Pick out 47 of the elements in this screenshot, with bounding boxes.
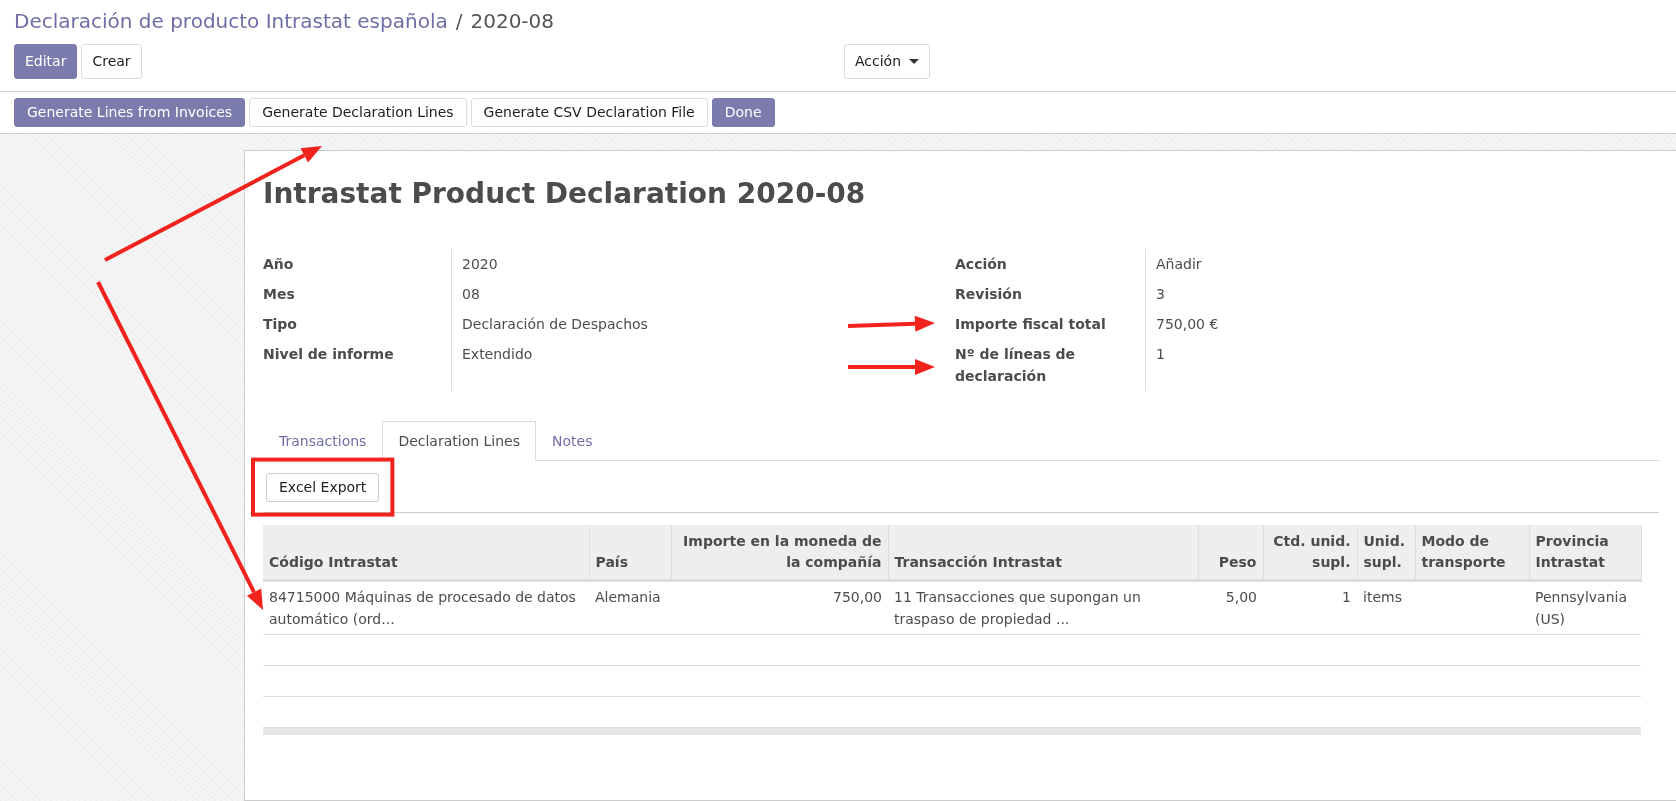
field-label: Mes <box>263 284 296 304</box>
table-cell: 5,00 <box>1198 580 1263 635</box>
breadcrumb-link[interactable]: Declaración de producto Intrastat española <box>14 6 448 36</box>
field-label: Revisión <box>955 284 1023 304</box>
column-header[interactable]: Ctd. unid. supl. <box>1263 524 1357 581</box>
field-label: Nº de líneas de declaración <box>955 344 1077 386</box>
column-header[interactable]: Transacción Intrastat <box>888 524 1198 581</box>
header-button[interactable]: Generate Declaration Lines <box>249 98 467 127</box>
table-cell: Alemania <box>589 580 671 635</box>
tab[interactable]: Notes <box>536 420 609 461</box>
column-header[interactable]: Unid. supl. <box>1357 524 1415 581</box>
column-header[interactable]: País <box>589 524 671 581</box>
field-value: 3 <box>1145 278 1345 309</box>
breadcrumb-current: 2020-08 <box>470 8 555 35</box>
tab[interactable]: Transactions <box>263 420 383 461</box>
header-button[interactable]: Generate Lines from Invoices <box>14 98 246 127</box>
column-header[interactable]: Provincia Intrastat <box>1529 524 1641 581</box>
table-cell: 11 Transacciones que supongan un traspaso de propiedad ... <box>888 580 1198 635</box>
column-header[interactable]: Modo de transporte <box>1415 524 1529 581</box>
column-header[interactable]: Código Intrastat <box>263 524 589 581</box>
toolbar-button[interactable]: Editar <box>14 44 78 79</box>
field-value: 750,00 € <box>1145 308 1345 339</box>
field-value: Añadir <box>1145 248 1345 279</box>
table-cell: 84715000 Máquinas de procesado de datos automático (ord... <box>263 580 589 635</box>
excel-export-button[interactable]: Excel Export <box>266 472 380 502</box>
field-label: Año <box>263 254 295 274</box>
sheet-title: Intrastat Product Declaration 2020-08 <box>263 177 867 211</box>
table-cell: items <box>1357 580 1415 635</box>
field-value: 08 <box>451 278 955 309</box>
field-label: Acción <box>955 254 1008 274</box>
table-cell: Pennsylvania (US) <box>1529 580 1641 635</box>
caret-icon <box>909 59 920 64</box>
table-cell: 750,00 <box>671 580 888 635</box>
column-header[interactable]: Peso <box>1198 524 1263 581</box>
column-header[interactable]: Importe en la moneda de la compañía <box>671 524 888 581</box>
tab[interactable]: Declaration Lines <box>382 420 537 461</box>
field-label: Tipo <box>263 314 298 334</box>
field-value: 1 <box>1145 338 1345 391</box>
field-value: 2020 <box>451 248 955 279</box>
toolbar-button[interactable]: Crear <box>81 44 142 79</box>
field-label: Importe fiscal total <box>955 314 1107 334</box>
field-label: Nivel de informe <box>263 344 395 364</box>
table-cell: 1 <box>1263 580 1357 635</box>
breadcrumb-separator: / <box>455 8 463 35</box>
header-button[interactable]: Generate CSV Declaration File <box>470 98 708 127</box>
header-button[interactable]: Done <box>711 98 775 127</box>
action-dropdown[interactable]: Acción <box>844 44 931 79</box>
